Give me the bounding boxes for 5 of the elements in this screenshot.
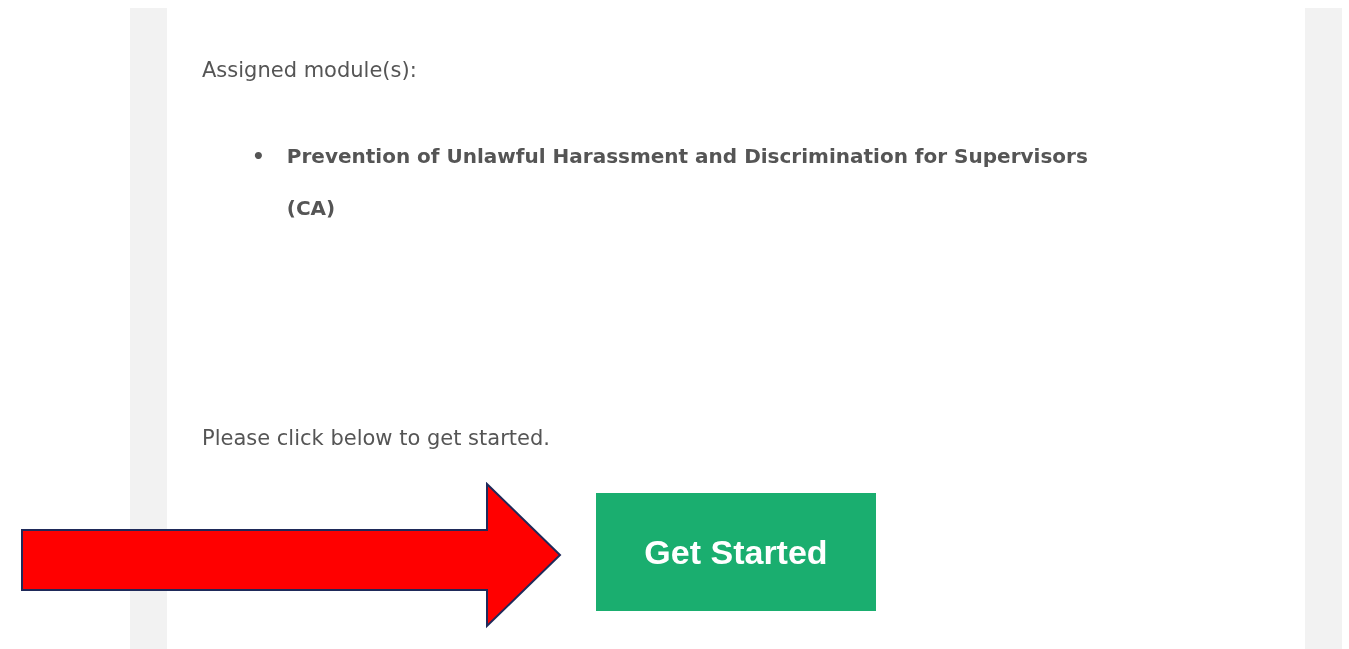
- module-item: Prevention of Unlawful Harassment and Discrimination for Supervisors (CA): [286, 143, 1089, 222]
- intro-text: Assigned module(s):: [202, 57, 418, 84]
- get-started-button[interactable]: Get Started: [596, 493, 876, 611]
- prompt-text: Please click below to get started.: [202, 425, 551, 452]
- bullet-marker: •: [252, 143, 265, 170]
